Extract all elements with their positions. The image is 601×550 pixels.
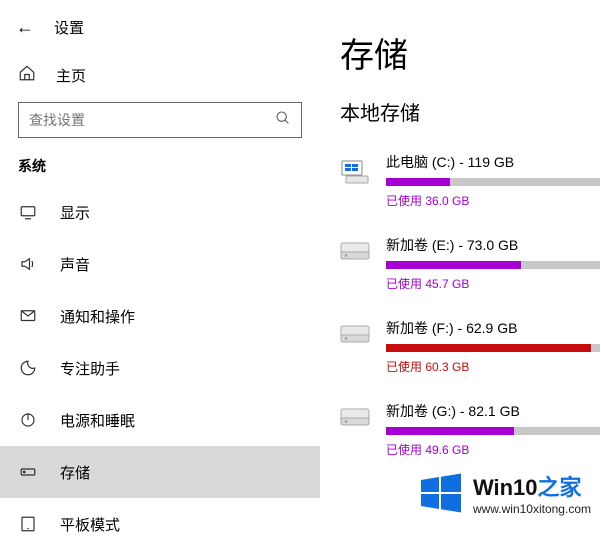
sidebar-item-label: 显示 [60, 202, 90, 223]
drive-icon [340, 318, 372, 375]
windows-logo-icon [419, 471, 463, 515]
usage-bar [386, 261, 600, 269]
usage-bar [386, 178, 600, 186]
drive-icon [340, 235, 372, 292]
drive-used-text: 已使用 36.0 GB [386, 192, 600, 209]
settings-sidebar: ← 设置 主页 系统 显示声音通知和操作专注助手电源和睡眠存储平板模式 [0, 0, 320, 526]
sidebar-item-label: 电源和睡眠 [60, 410, 135, 431]
usage-bar [386, 344, 600, 352]
sidebar-item-focus[interactable]: 专注助手 [0, 342, 320, 394]
title-bar: ← 设置 [0, 0, 320, 54]
drive-used-text: 已使用 60.3 GB [386, 358, 600, 375]
sidebar-section-system: 系统 [0, 156, 320, 186]
sidebar-home-label: 主页 [56, 65, 86, 86]
usage-bar [386, 427, 600, 435]
drive-title: 新加卷 (F:) - 62.9 GB [386, 318, 600, 338]
display-icon [18, 203, 38, 221]
sidebar-item-label: 声音 [60, 254, 90, 275]
sidebar-item-label: 存储 [60, 462, 90, 483]
focus-icon [18, 359, 38, 377]
search-input[interactable] [29, 112, 275, 128]
storage-icon [18, 463, 38, 481]
drive-title: 新加卷 (E:) - 73.0 GB [386, 235, 600, 255]
watermark-text: Win10之家 www.win10xitong.com [473, 470, 591, 516]
sidebar-home[interactable]: 主页 [0, 54, 320, 96]
drive-row[interactable]: 新加卷 (E:) - 73.0 GB 已使用 45.7 GB [340, 235, 600, 292]
sidebar-item-tablet[interactable]: 平板模式 [0, 498, 320, 550]
home-icon [18, 64, 36, 86]
sidebar-item-sound[interactable]: 声音 [0, 238, 320, 290]
sidebar-item-label: 通知和操作 [60, 306, 135, 327]
back-button[interactable]: ← [16, 17, 34, 38]
page-title: 存储 [340, 28, 600, 77]
drive-title: 此电脑 (C:) - 119 GB [386, 152, 600, 172]
pc-icon [340, 152, 372, 209]
sidebar-item-power[interactable]: 电源和睡眠 [0, 394, 320, 446]
tablet-icon [18, 515, 38, 533]
drive-icon [340, 401, 372, 458]
drive-title: 新加卷 (G:) - 82.1 GB [386, 401, 600, 421]
sound-icon [18, 255, 38, 273]
notif-icon [18, 307, 38, 325]
drive-row[interactable]: 此电脑 (C:) - 119 GB 已使用 36.0 GB [340, 152, 600, 209]
power-icon [18, 411, 38, 429]
sidebar-item-label: 专注助手 [60, 358, 120, 379]
window-title: 设置 [54, 17, 84, 38]
drive-row[interactable]: 新加卷 (G:) - 82.1 GB 已使用 49.6 GB [340, 401, 600, 458]
section-title-local-storage: 本地存储 [340, 97, 600, 126]
drive-used-text: 已使用 45.7 GB [386, 275, 600, 292]
sidebar-item-label: 平板模式 [60, 514, 120, 535]
main-panel: 存储 本地存储 此电脑 (C:) - 119 GB 已使用 36.0 GB 新加卷… [340, 0, 600, 484]
search-box[interactable] [18, 102, 302, 138]
drive-used-text: 已使用 49.6 GB [386, 441, 600, 458]
sidebar-item-notif[interactable]: 通知和操作 [0, 290, 320, 342]
drive-row[interactable]: 新加卷 (F:) - 62.9 GB 已使用 60.3 GB [340, 318, 600, 375]
sidebar-item-display[interactable]: 显示 [0, 186, 320, 238]
watermark: Win10之家 www.win10xitong.com [419, 470, 591, 516]
sidebar-item-storage[interactable]: 存储 [0, 446, 320, 498]
search-icon [275, 110, 291, 131]
